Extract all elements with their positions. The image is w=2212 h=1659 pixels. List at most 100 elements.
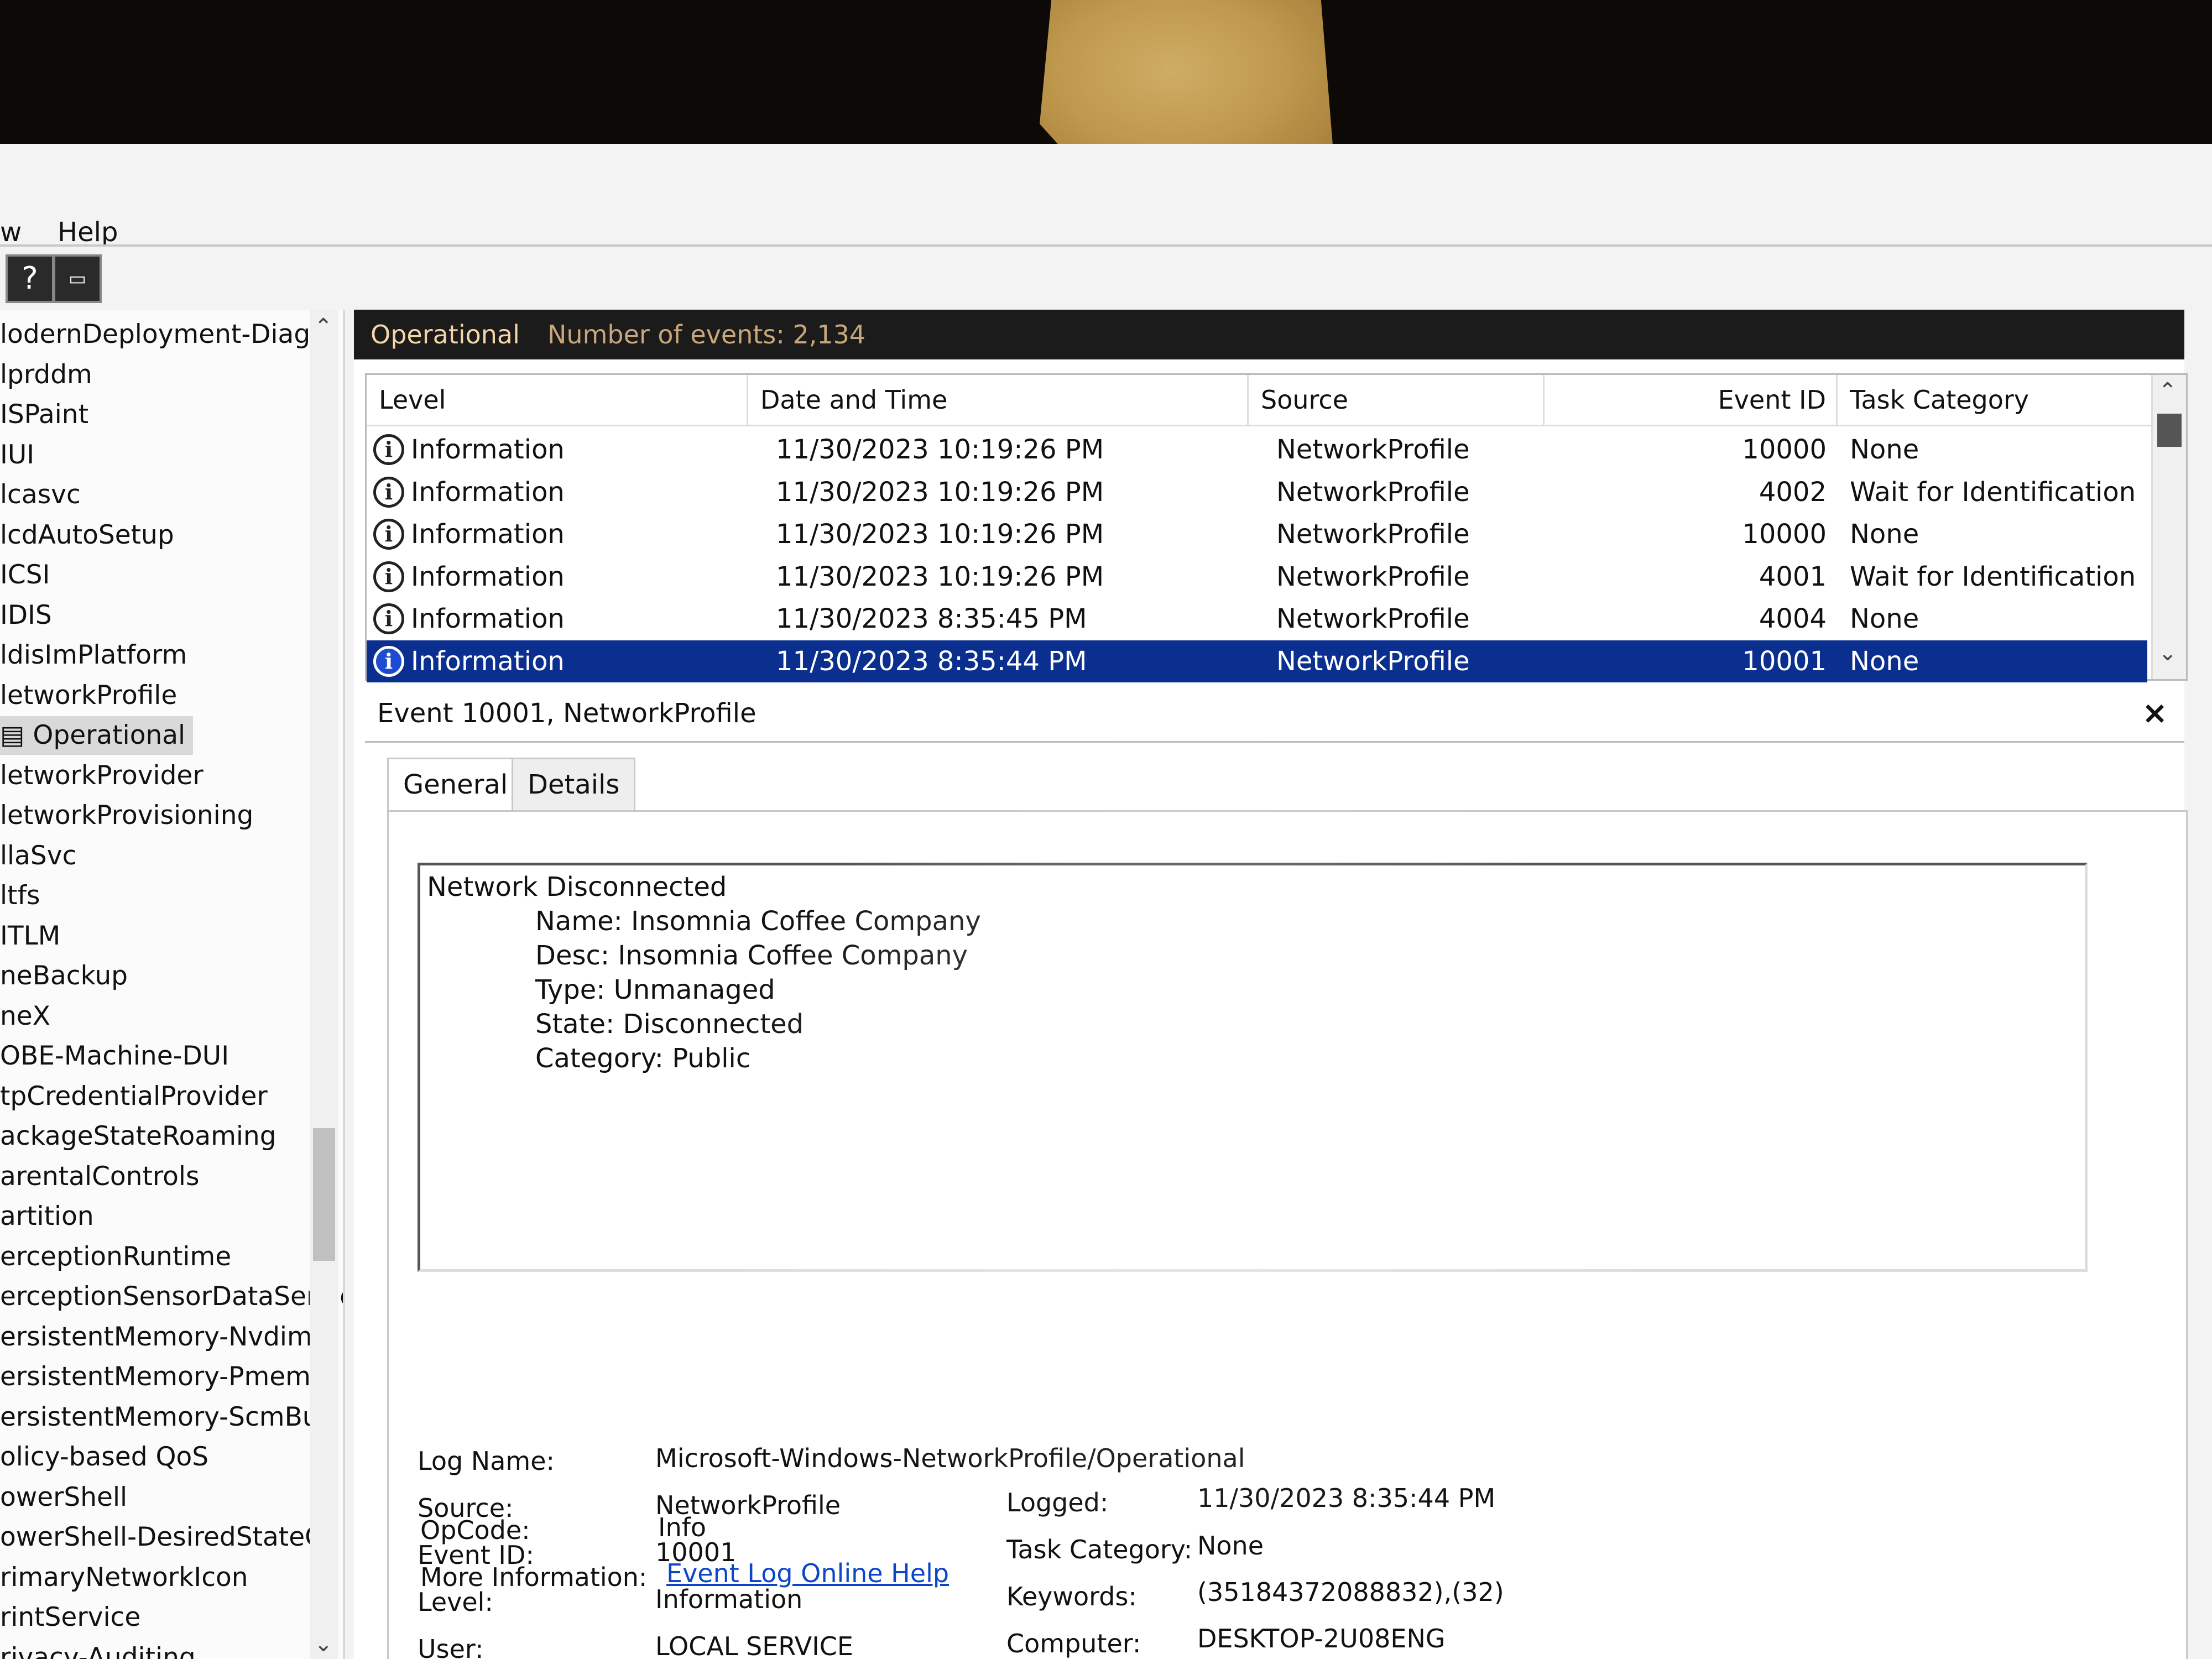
cell-date-time: 11/30/2023 8:35:45 PM: [776, 603, 1087, 634]
cell-level: Information: [411, 476, 565, 508]
log-name-value: Microsoft-Windows-NetworkProfile/Operati…: [655, 1443, 1245, 1473]
table-row[interactable]: i Information 11/30/2023 8:35:44 PM Network…: [367, 640, 2147, 682]
tree-item[interactable]: olicy-based QoS: [0, 1438, 208, 1477]
tree-item[interactable]: letworkProvider: [0, 757, 204, 795]
logged-value: 11/30/2023 8:35:44 PM: [1197, 1483, 1496, 1513]
tree-item[interactable]: OBE-Machine-DUI: [0, 1037, 229, 1076]
cell-date-time: 11/30/2023 10:19:26 PM: [776, 561, 1104, 592]
tree-item[interactable]: lcasvc: [0, 476, 81, 514]
tab-details[interactable]: Details: [512, 758, 636, 812]
cell-source: NetworkProfile: [1276, 434, 1470, 465]
cell-level: Information: [411, 561, 565, 592]
tree-item[interactable]: ICSI: [0, 556, 50, 594]
tree-item[interactable]: artition: [0, 1197, 94, 1236]
cell-task-category: None: [1850, 603, 1919, 634]
close-icon[interactable]: ×: [2142, 686, 2168, 741]
tree-item[interactable]: ISPaint: [0, 395, 88, 434]
opcode-value: Info: [658, 1512, 707, 1542]
column-level[interactable]: Level: [367, 375, 748, 425]
tab-general[interactable]: General: [387, 758, 524, 815]
event-log-online-help-link[interactable]: Event Log Online Help: [666, 1558, 949, 1588]
tree-scroll-down-icon[interactable]: ⌄: [314, 1631, 333, 1657]
cell-event-id: 4002: [1759, 476, 1827, 508]
cell-level: Information: [411, 603, 565, 634]
task-category-value: None: [1197, 1531, 1264, 1561]
tree-item[interactable]: erceptionRuntime: [0, 1238, 231, 1276]
table-row[interactable]: i Information 11/30/2023 10:19:26 PM Networ…: [367, 556, 2147, 598]
tree-item[interactable]: ersistentMemory-PmemD: [0, 1358, 331, 1396]
keywords-value: (35184372088832),(32): [1197, 1577, 1504, 1607]
cell-event-id: 4004: [1759, 603, 1827, 634]
event-detail-title: Event 10001, NetworkProfile: [377, 698, 757, 729]
tree-item[interactable]: neBackup: [0, 957, 128, 995]
tree-scrollbar[interactable]: [310, 310, 338, 1659]
tree-item[interactable]: letworkProfile: [0, 676, 177, 715]
cell-level: Information: [411, 519, 565, 550]
tree-item[interactable]: erceptionSensorDataServic: [0, 1277, 343, 1316]
tree-item-label: tpCredentialProvider: [0, 1081, 268, 1112]
tree-item[interactable]: rivacy-Auditing: [0, 1639, 196, 1659]
help-icon[interactable]: ?: [6, 254, 54, 303]
tree-item[interactable]: lcdAutoSetup: [0, 516, 174, 555]
tree-item-label: OBE-Machine-DUI: [0, 1041, 229, 1071]
column-date-time[interactable]: Date and Time: [748, 375, 1249, 425]
tree-item-label: IUI: [0, 439, 35, 470]
tree-item[interactable]: ITLM: [0, 917, 60, 956]
tree-item[interactable]: neX: [0, 997, 50, 1036]
cell-task-category: None: [1850, 434, 1919, 465]
pane-title: Operational: [371, 320, 520, 349]
tree-item-label: artition: [0, 1201, 94, 1232]
pane-header: Operational Number of events: 2,134: [354, 310, 2184, 359]
tree-scroll-thumb[interactable]: [313, 1128, 335, 1261]
tree-item-label: neX: [0, 1000, 50, 1031]
tree-item-label: ISPaint: [0, 399, 89, 430]
message-desc: Desc: Insomnia Coffee Company: [535, 940, 968, 971]
cell-task-category: None: [1850, 519, 1919, 550]
table-row[interactable]: i Information 11/30/2023 10:19:26 PM Networ…: [367, 513, 2147, 555]
tree-item[interactable]: ersistentMemory-ScmBus: [0, 1398, 332, 1437]
tree-item[interactable]: rimaryNetworkIcon: [0, 1558, 248, 1597]
log-file-icon: ▤: [0, 720, 33, 750]
tree-item[interactable]: ltfs: [0, 877, 40, 915]
column-event-id[interactable]: Event ID: [1545, 375, 1838, 425]
tree-scroll-up-icon[interactable]: ⌃: [314, 314, 333, 340]
tree-item[interactable]: letworkProvisioning: [0, 796, 253, 835]
tree-item[interactable]: lprddm: [0, 356, 92, 394]
grid-header: Level Date and Time Source Event ID Task…: [367, 375, 2186, 426]
tree-item[interactable]: IUI: [0, 436, 34, 474]
tree-item-selected[interactable]: ▤ Operational: [0, 716, 194, 755]
tree-item[interactable]: IDIS: [0, 596, 52, 635]
tree-item[interactable]: ackageStateRoaming: [0, 1117, 276, 1156]
grid-scrollbar[interactable]: ⌃ ⌄: [2151, 375, 2186, 679]
table-row[interactable]: i Information 11/30/2023 10:19:26 PM Networ…: [367, 429, 2147, 471]
tree-item-label: rintService: [0, 1602, 141, 1632]
tree-item-label: ersistentMemory-Nvdimm: [0, 1321, 338, 1352]
tree-item-label: lcasvc: [0, 479, 81, 510]
tree-item-label: letworkProfile: [0, 680, 178, 711]
cell-source: NetworkProfile: [1276, 603, 1470, 634]
grid-scroll-thumb[interactable]: [2157, 414, 2182, 447]
column-source[interactable]: Source: [1249, 375, 1545, 425]
grid-scroll-up-icon[interactable]: ⌃: [2158, 378, 2177, 404]
console-icon[interactable]: ▭: [53, 254, 102, 303]
table-row[interactable]: i Information 11/30/2023 10:19:26 PM Networ…: [367, 471, 2147, 513]
message-category: Category: Public: [535, 1043, 751, 1074]
tree-item[interactable]: rintService: [0, 1598, 140, 1637]
toolbar-divider: [0, 244, 2212, 247]
grid-scroll-down-icon[interactable]: ⌄: [2158, 640, 2177, 666]
tree-item[interactable]: lodernDeployment-Diagn: [0, 315, 327, 354]
column-task-category[interactable]: Task Category: [1838, 375, 2147, 425]
table-row[interactable]: i Information 11/30/2023 8:35:45 PM Network…: [367, 598, 2147, 640]
tree-item[interactable]: arentalControls: [0, 1157, 199, 1196]
user-label: User:: [418, 1634, 484, 1659]
tree-item[interactable]: owerShell: [0, 1478, 127, 1517]
information-icon: i: [373, 519, 404, 550]
information-icon: i: [373, 603, 404, 634]
tree-item[interactable]: ldisImPlatform: [0, 636, 187, 675]
tree-item[interactable]: tpCredentialProvider: [0, 1077, 268, 1116]
tree-item-label: ICSI: [0, 560, 50, 590]
tree-item[interactable]: ersistentMemory-Nvdimm: [0, 1318, 338, 1357]
tree-item[interactable]: owerShell-DesiredStateCo: [0, 1518, 339, 1557]
tree-item[interactable]: llaSvc: [0, 837, 76, 875]
tree-item-label: ITLM: [0, 920, 61, 951]
